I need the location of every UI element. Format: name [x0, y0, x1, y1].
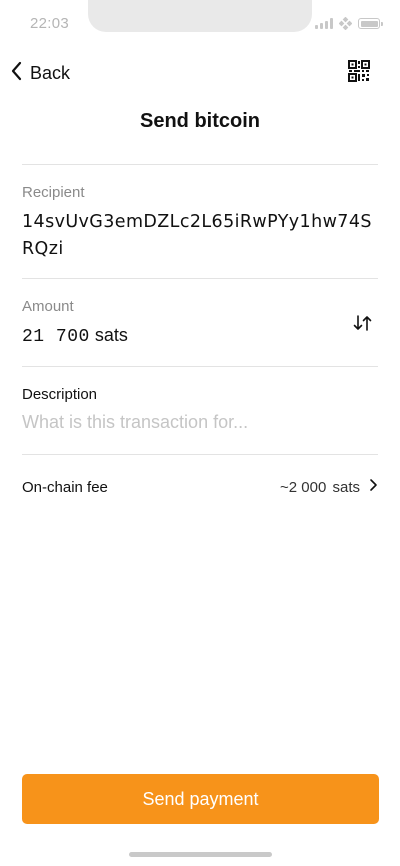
device-notch [88, 0, 312, 32]
divider [22, 164, 378, 165]
wifi-icon [338, 16, 353, 31]
fee-value-group: ~2 000 sats [280, 478, 378, 496]
qr-code-scan-button[interactable] [348, 60, 372, 84]
amount-unit: sats [94, 325, 128, 345]
back-label: Back [30, 62, 71, 83]
fee-unit: sats [332, 478, 360, 496]
description-label: Description [22, 386, 98, 403]
fee-amount: ~2 000 [280, 478, 327, 496]
divider [22, 278, 378, 279]
amount-number: 21 700 [22, 327, 90, 347]
swap-units-button[interactable] [352, 312, 376, 336]
status-icons [315, 16, 383, 31]
divider [22, 366, 378, 367]
swap-arrows-icon [352, 315, 374, 338]
divider [22, 454, 378, 455]
recipient-address-field[interactable]: 14svUvG3emDZLc2L65iRwPYy1hw74SRQzi [22, 209, 382, 263]
qr-code-icon [348, 60, 370, 86]
chevron-right-icon [368, 478, 378, 496]
fee-label: On-chain fee [22, 478, 108, 496]
battery-icon [358, 18, 383, 29]
on-chain-fee-row[interactable]: On-chain fee ~2 000 sats [22, 474, 378, 500]
send-payment-button[interactable]: Send payment [22, 774, 379, 824]
home-indicator [129, 852, 272, 857]
amount-field[interactable]: 21 700 sats [22, 325, 128, 347]
description-input[interactable] [22, 412, 378, 433]
status-bar: 22:03 [0, 0, 400, 48]
recipient-label: Recipient [22, 184, 85, 201]
page-title: Send bitcoin [140, 110, 260, 132]
signal-icon [315, 18, 333, 29]
amount-label: Amount [22, 298, 74, 315]
chevron-left-icon [10, 61, 24, 86]
back-button[interactable]: Back [10, 60, 70, 86]
status-time: 22:03 [30, 15, 70, 32]
fee-value: ~2 000 sats [280, 479, 360, 496]
